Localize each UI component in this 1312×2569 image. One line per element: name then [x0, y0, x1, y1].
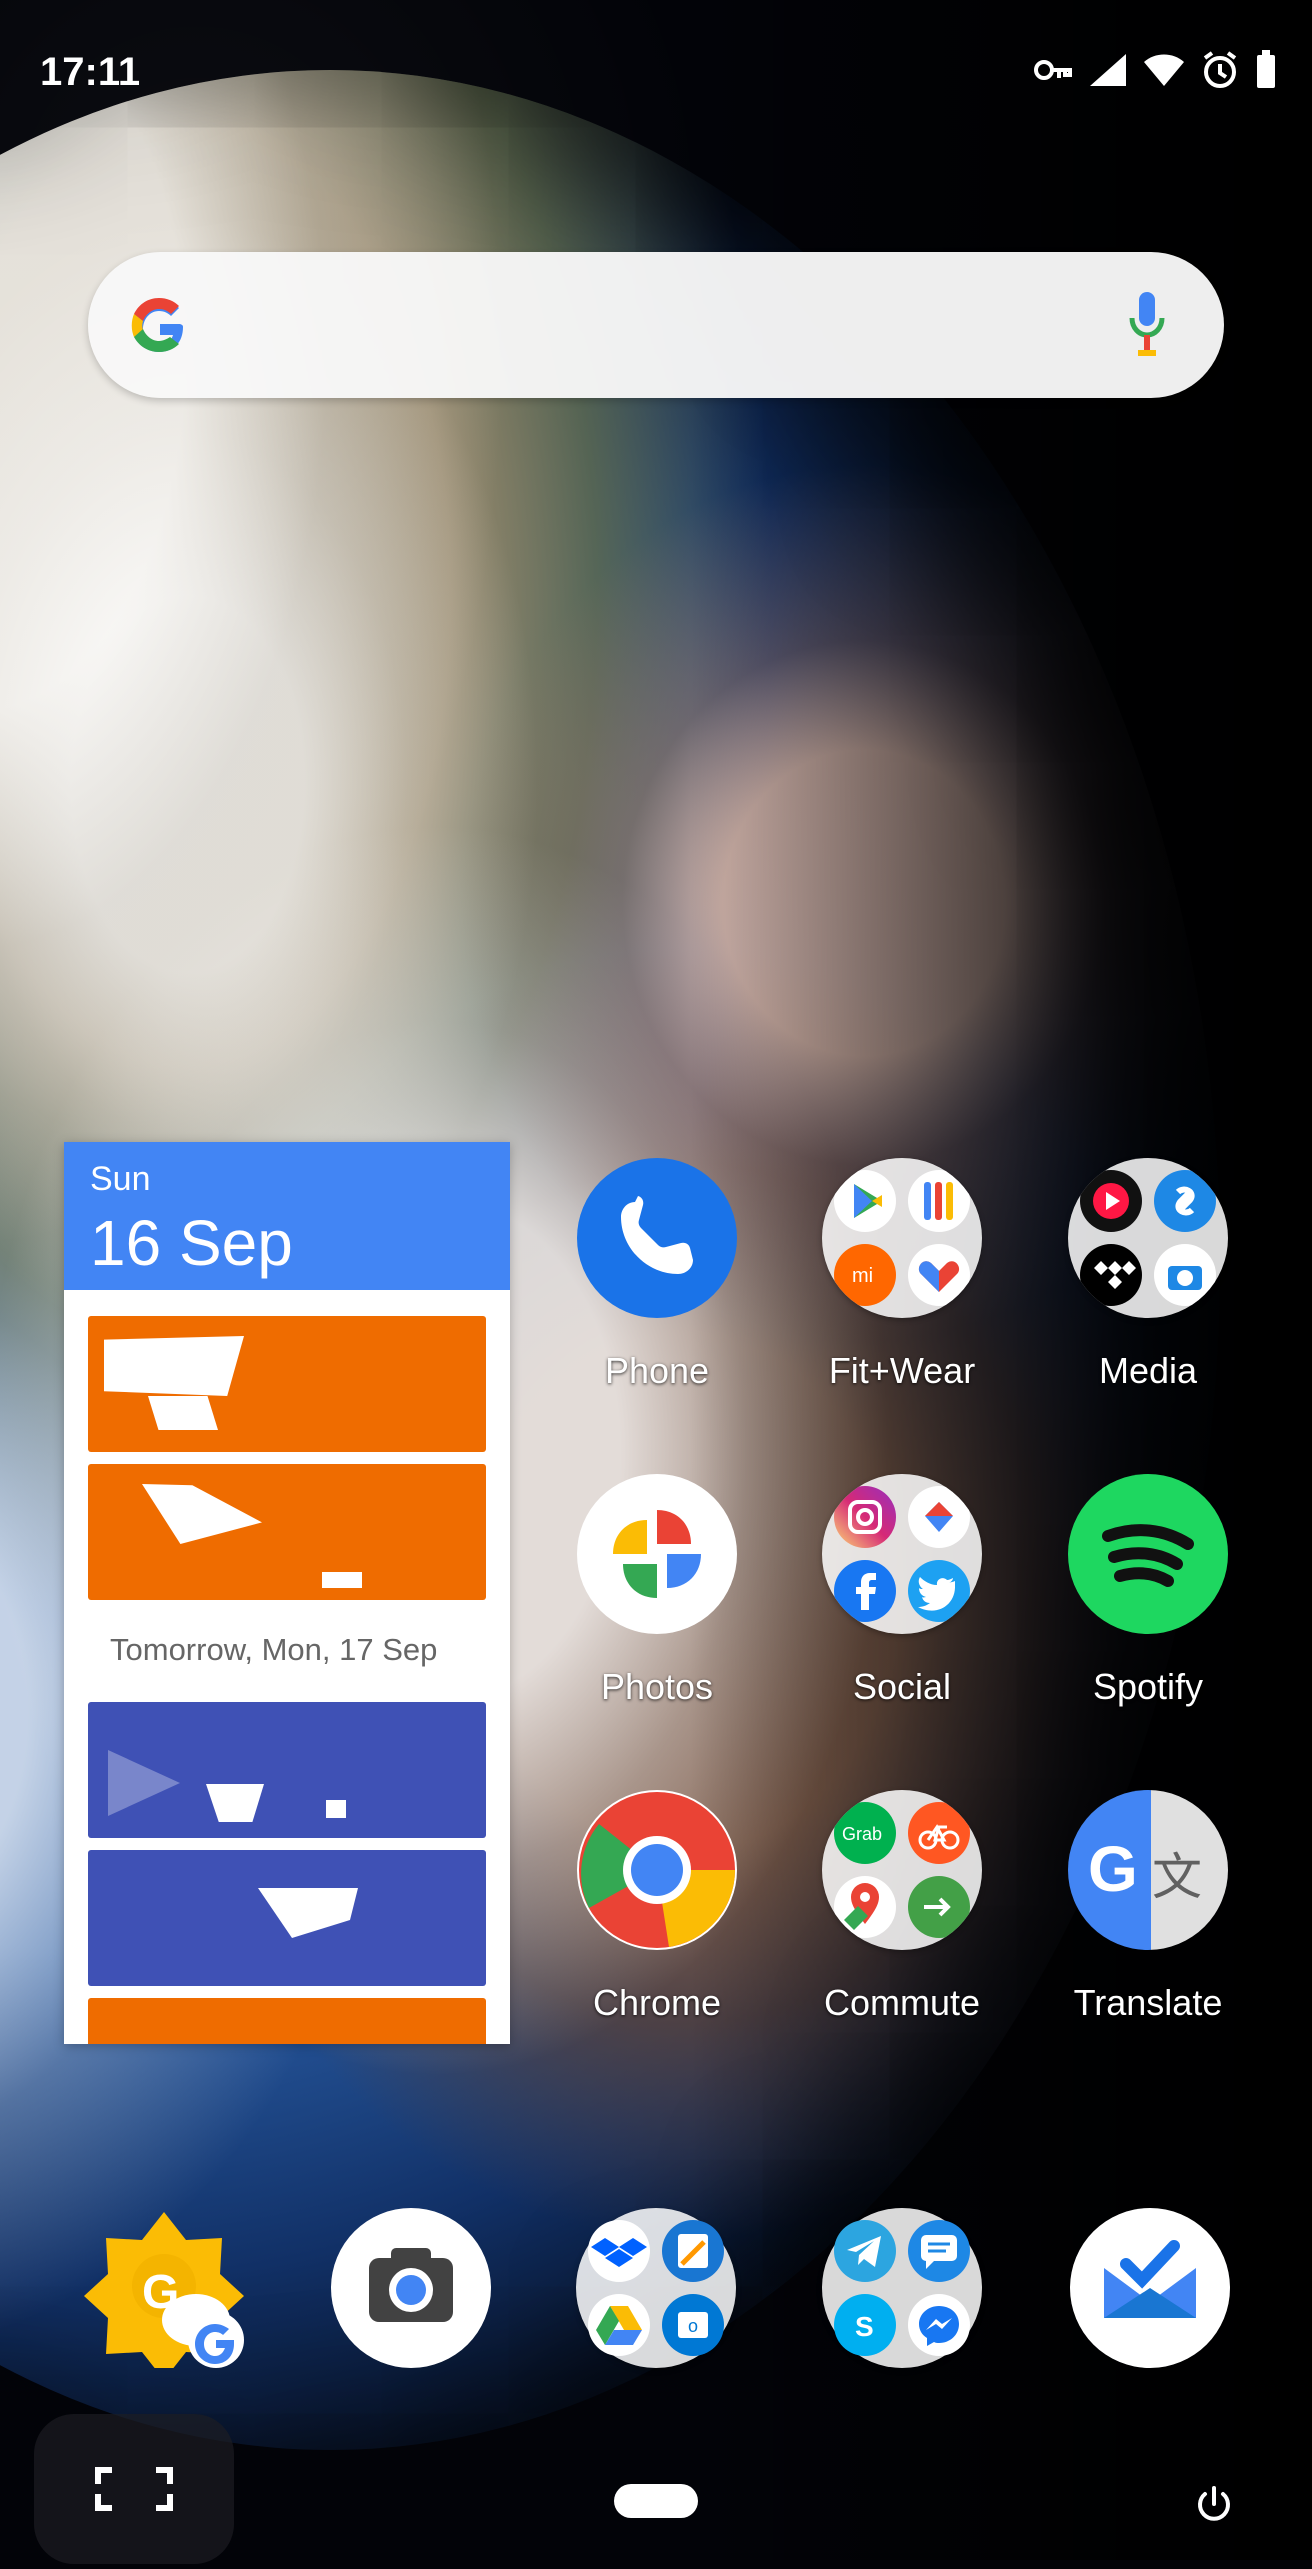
notes-icon: [662, 2220, 724, 2282]
social-folder[interactable]: Social: [792, 1474, 1012, 1744]
google-weather-icon: G: [84, 2212, 244, 2380]
messenger-icon: [908, 2294, 970, 2356]
calendar-widget[interactable]: Sun 16 Sep Tomorrow, Mon, 17 Sep: [64, 1142, 510, 2044]
svg-text:o: o: [688, 2316, 698, 2336]
calendar-event[interactable]: [88, 1850, 486, 1986]
svg-text:文: 文: [1152, 1849, 1202, 1905]
commute-folder[interactable]: Grab Commute: [792, 1790, 1012, 2060]
phone-icon: [577, 1158, 737, 1318]
spotify-icon: [1068, 1474, 1228, 1634]
translate-label: Translate: [1073, 1982, 1223, 2023]
outlook-icon: o: [662, 2294, 724, 2356]
event-fragment: [326, 1800, 346, 1818]
social-label: Social: [852, 1666, 952, 1707]
fullscreen-button[interactable]: [34, 2414, 234, 2564]
calendar-event[interactable]: [88, 1702, 486, 1838]
phone-label: Phone: [604, 1350, 710, 1391]
commute-folder-icon: Grab: [822, 1790, 982, 1950]
social-folder-icon: [822, 1474, 982, 1634]
chrome-app[interactable]: Chrome: [547, 1790, 767, 2060]
calendar-event[interactable]: [88, 1464, 486, 1600]
fullscreen-icon: [95, 2467, 173, 2511]
status-bar: 17:11: [0, 0, 1312, 140]
google-weather-app[interactable]: G: [84, 2208, 244, 2380]
calendar-event[interactable]: [88, 1316, 486, 1452]
photos-label: Photos: [600, 1666, 714, 1707]
dropbox-icon: [588, 2220, 650, 2282]
mic-icon[interactable]: [1128, 290, 1166, 360]
twitter-icon: [908, 1560, 970, 1622]
phone-app[interactable]: Phone: [547, 1158, 767, 1428]
shazam-icon: [1154, 1170, 1216, 1232]
productivity-folder[interactable]: o: [576, 2208, 736, 2368]
svg-text:Grab: Grab: [842, 1824, 882, 1844]
transit-icon: [908, 1876, 970, 1938]
media-folder[interactable]: Media: [1038, 1158, 1258, 1428]
svg-text:G: G: [1088, 1833, 1138, 1905]
event-fragment: [148, 1396, 218, 1430]
commute-label: Commute: [823, 1982, 981, 2023]
tidal-icon: [1080, 1244, 1142, 1306]
telegram-icon: [834, 2220, 896, 2282]
maps-icon: [834, 1876, 896, 1938]
navigation-bar: [0, 2400, 1312, 2564]
fitwear-folder-icon: mi: [822, 1158, 982, 1318]
photos-icon: [577, 1474, 737, 1634]
spotify-app[interactable]: Spotify: [1038, 1474, 1258, 1744]
messaging-folder[interactable]: S: [822, 2208, 982, 2368]
photos-app[interactable]: Photos: [547, 1474, 767, 1744]
event-fragment: [104, 1336, 244, 1396]
inbox-app[interactable]: [1070, 2208, 1230, 2368]
spotify-label: Spotify: [1092, 1666, 1204, 1707]
signal-icon: [1090, 54, 1126, 86]
status-icons: [1034, 50, 1278, 90]
wifi-icon: [1144, 54, 1184, 86]
translate-app[interactable]: G 文 Translate: [1038, 1790, 1258, 2060]
news-icon: [908, 1486, 970, 1548]
translate-icon: G 文: [1068, 1790, 1228, 1950]
alarm-icon: [1203, 51, 1237, 88]
event-fragment: [108, 1750, 180, 1816]
facebook-icon: [834, 1560, 896, 1622]
inbox-icon: [1104, 2240, 1196, 2318]
instagram-icon: [834, 1486, 896, 1548]
media-label: Media: [1098, 1350, 1198, 1391]
chrome-label: Chrome: [592, 1982, 722, 2023]
calendar-day: Sun: [90, 1160, 151, 1198]
chrome-icon: [577, 1790, 737, 1950]
status-time: 17:11: [40, 50, 141, 94]
event-fragment: [258, 1888, 358, 1938]
event-fragment: [206, 1784, 264, 1822]
media-folder-icon: [1068, 1158, 1228, 1318]
battery-icon: [1257, 50, 1275, 88]
wear-icon: [908, 1170, 970, 1232]
camera-app[interactable]: [331, 2208, 491, 2368]
camera-app-icon: [1154, 1244, 1216, 1306]
home-pill-icon[interactable]: [614, 2484, 698, 2518]
fitwear-label: Fit+Wear: [828, 1350, 976, 1391]
camera-icon: [369, 2248, 453, 2322]
fitwear-folder[interactable]: mi Fit+Wear: [792, 1158, 1012, 1428]
google-search-bar[interactable]: [88, 252, 1224, 398]
google-fit-icon: [908, 1244, 970, 1306]
bike-icon: [908, 1802, 970, 1864]
calendar-header[interactable]: Sun 16 Sep: [64, 1142, 510, 1290]
skype-icon: S: [834, 2294, 896, 2356]
power-icon[interactable]: [1194, 2484, 1234, 2524]
drive-icon: [588, 2294, 650, 2356]
key-icon: [1034, 60, 1072, 80]
mi-fit-icon: mi: [834, 1244, 896, 1306]
google-logo-icon: [131, 298, 183, 352]
grab-icon: Grab: [834, 1802, 896, 1864]
messages-icon: [908, 2220, 970, 2282]
youtube-music-icon: [1080, 1170, 1142, 1232]
calendar-event[interactable]: [88, 1998, 486, 2044]
svg-text:mi: mi: [852, 1265, 873, 1287]
event-fragment: [322, 1572, 362, 1588]
tomorrow-label: Tomorrow, Mon, 17 Sep: [110, 1632, 438, 1667]
event-fragment: [142, 1484, 262, 1544]
calendar-date: 16 Sep: [90, 1207, 293, 1279]
play-store-icon: [834, 1170, 896, 1232]
svg-text:S: S: [855, 2311, 874, 2342]
